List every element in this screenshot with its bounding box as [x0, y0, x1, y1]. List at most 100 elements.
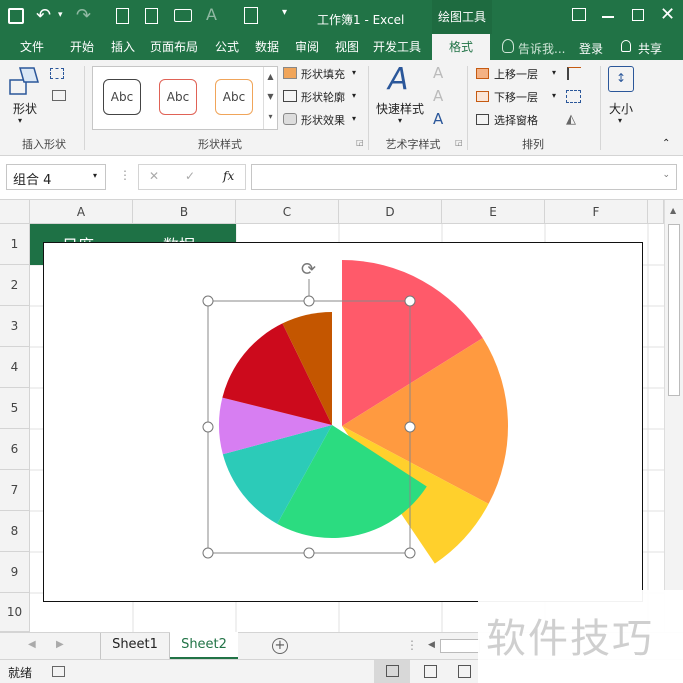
sheet-tab-sheet1[interactable]: Sheet1: [100, 633, 170, 659]
effects-icon[interactable]: [283, 113, 297, 125]
size-icon[interactable]: ↕: [608, 66, 634, 92]
row-header-1[interactable]: 1: [0, 224, 30, 265]
tab-split-grip[interactable]: ⋮: [406, 638, 418, 652]
camera-icon[interactable]: [174, 9, 192, 22]
style-sample-orange[interactable]: Abc: [215, 79, 253, 115]
send-backward-button[interactable]: 下移一层: [494, 89, 538, 105]
tab-developer[interactable]: 开发工具: [368, 34, 426, 60]
prev-sheet-icon[interactable]: ◀: [28, 639, 36, 650]
selection-pane-icon[interactable]: [476, 114, 489, 125]
forward-dropdown-icon[interactable]: ▾: [552, 68, 556, 77]
row-header-5[interactable]: 5: [0, 388, 30, 429]
send-backward-icon[interactable]: [476, 91, 489, 102]
sheet-tab-sheet2[interactable]: Sheet2: [170, 632, 238, 659]
size-dropdown-icon[interactable]: ▾: [618, 116, 622, 125]
wordart-launcher-icon[interactable]: ◲: [455, 138, 463, 147]
fill-icon[interactable]: [283, 67, 297, 79]
column-header-d[interactable]: D: [339, 200, 442, 224]
text-box-icon[interactable]: [52, 90, 66, 101]
share-button[interactable]: 共享: [638, 40, 662, 57]
pie-chart[interactable]: ⟳: [44, 243, 644, 603]
ribbon-display-icon[interactable]: [572, 8, 586, 21]
name-box[interactable]: 组合 4 ▾: [6, 164, 106, 190]
column-header-b[interactable]: B: [133, 200, 236, 224]
select-all-corner[interactable]: [0, 200, 30, 224]
paste-icon[interactable]: [244, 7, 258, 24]
column-header-e[interactable]: E: [442, 200, 545, 224]
shape-effects-button[interactable]: 形状效果: [301, 112, 345, 128]
restore-icon[interactable]: [632, 9, 644, 21]
shape-outline-button[interactable]: 形状轮廓: [301, 89, 345, 105]
resize-handle-5[interactable]: [404, 421, 416, 433]
row-header-4[interactable]: 4: [0, 347, 30, 388]
shape-styles-gallery[interactable]: Abc Abc Abc ▲ ▼ ▾: [92, 66, 278, 130]
add-sheet-icon[interactable]: +: [272, 638, 288, 654]
rotate-icon[interactable]: ◭: [566, 112, 576, 127]
bring-forward-button[interactable]: 上移一层: [494, 66, 538, 82]
row-header-2[interactable]: 2: [0, 265, 30, 306]
print-preview-icon[interactable]: [145, 8, 158, 24]
size-button[interactable]: 大小: [609, 100, 633, 117]
resize-handle-3[interactable]: [404, 295, 416, 307]
row-header-10[interactable]: 10: [0, 593, 30, 632]
tab-home[interactable]: 开始: [62, 34, 102, 60]
resize-handle-7[interactable]: [303, 547, 315, 559]
bring-forward-icon[interactable]: [476, 68, 489, 79]
quick-styles-dropdown-icon[interactable]: ▾: [398, 116, 402, 125]
new-file-icon[interactable]: [116, 8, 129, 24]
scroll-up-icon[interactable]: ▲: [670, 206, 676, 215]
resize-handle-2[interactable]: [303, 295, 315, 307]
sign-in-link[interactable]: 登录: [579, 40, 603, 57]
page-layout-view-icon[interactable]: [424, 665, 437, 678]
outline-dropdown-icon[interactable]: ▾: [352, 91, 356, 100]
shape-styles-launcher-icon[interactable]: ◲: [356, 138, 364, 147]
row-header-9[interactable]: 9: [0, 552, 30, 593]
shape-fill-button[interactable]: 形状填充: [301, 66, 345, 82]
rotate-handle-icon[interactable]: ⟳: [301, 259, 316, 280]
row-header-6[interactable]: 6: [0, 429, 30, 470]
style-sample-dark[interactable]: Abc: [103, 79, 141, 115]
group-icon[interactable]: [566, 90, 581, 103]
font-color-icon[interactable]: A: [206, 5, 217, 24]
selection-pane-button[interactable]: 选择窗格: [494, 112, 538, 128]
cancel-icon[interactable]: ✕: [149, 169, 159, 183]
expand-formula-icon[interactable]: ⌄: [662, 170, 670, 180]
outline-icon[interactable]: [283, 90, 297, 102]
shapes-gallery-icon[interactable]: [8, 66, 42, 98]
tell-me-box[interactable]: 告诉我...: [518, 40, 565, 57]
tab-formulas[interactable]: 公式: [208, 34, 246, 60]
customize-qat-icon[interactable]: ▾: [282, 7, 287, 18]
normal-view-button[interactable]: [374, 660, 410, 683]
close-icon[interactable]: ✕: [660, 4, 675, 25]
fill-dropdown-icon[interactable]: ▾: [352, 68, 356, 77]
text-outline-icon[interactable]: A: [433, 87, 443, 105]
backward-dropdown-icon[interactable]: ▾: [552, 91, 556, 100]
style-sample-red[interactable]: Abc: [159, 79, 197, 115]
row-header-7[interactable]: 7: [0, 470, 30, 511]
scroll-thumb[interactable]: [668, 224, 680, 396]
tab-format[interactable]: 格式: [432, 34, 490, 60]
shapes-label[interactable]: 形状: [13, 100, 37, 117]
row-header-3[interactable]: 3: [0, 306, 30, 347]
shapes-dropdown-icon[interactable]: ▾: [18, 116, 22, 125]
save-icon[interactable]: [8, 8, 24, 24]
vertical-scrollbar[interactable]: ▲: [664, 200, 683, 632]
formula-input[interactable]: ⌄: [251, 164, 677, 190]
insert-function-icon[interactable]: fx: [223, 169, 234, 183]
wordart-a-icon[interactable]: A: [388, 62, 409, 97]
scroll-left-icon[interactable]: ◀: [428, 640, 435, 650]
column-header-g[interactable]: [648, 200, 664, 224]
enter-icon[interactable]: ✓: [185, 169, 195, 183]
text-effects-icon[interactable]: A: [433, 110, 443, 128]
resize-handle-1[interactable]: [202, 295, 214, 307]
resize-handle-6[interactable]: [202, 547, 214, 559]
chart-frame[interactable]: ⟳: [43, 242, 643, 602]
collapse-ribbon-icon[interactable]: ⌃: [662, 138, 670, 149]
page-break-view-icon[interactable]: [458, 665, 471, 678]
macro-record-icon[interactable]: [52, 666, 65, 677]
undo-icon[interactable]: ↶: [36, 5, 51, 26]
align-icon[interactable]: [567, 67, 581, 80]
tab-review[interactable]: 审阅: [288, 34, 326, 60]
gallery-scroll[interactable]: ▲ ▼ ▾: [263, 67, 277, 129]
next-sheet-icon[interactable]: ▶: [56, 639, 64, 650]
